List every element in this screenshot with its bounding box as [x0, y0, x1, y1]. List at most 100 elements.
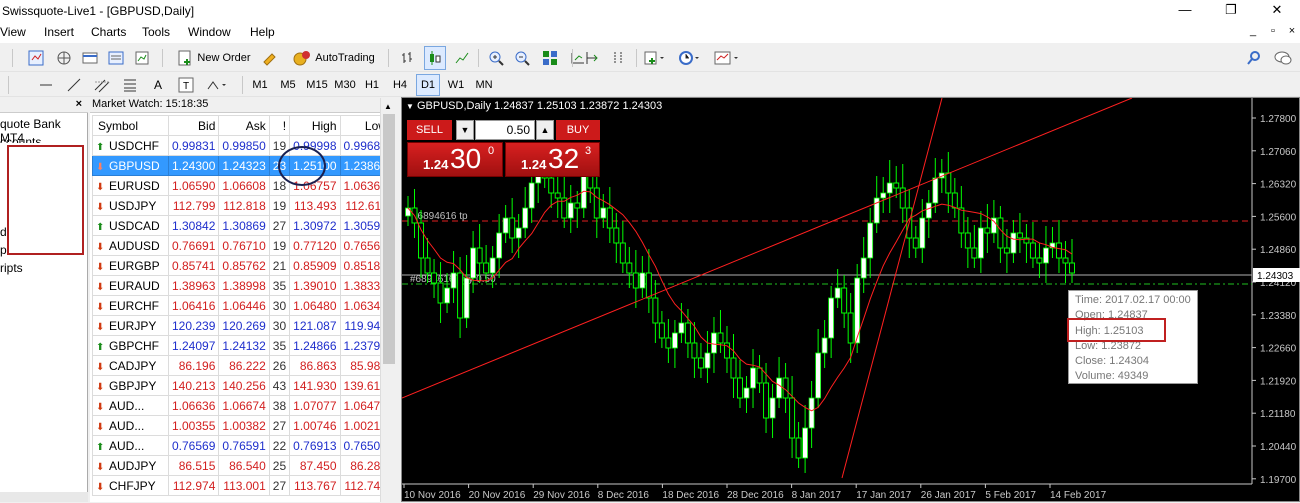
mdi-minimize-button[interactable]: _: [1244, 25, 1262, 37]
timeframe-m5[interactable]: M5: [276, 75, 300, 95]
col-high[interactable]: High: [289, 115, 341, 136]
market-watch-row[interactable]: ⬇ EURCHF 1.06416 1.06446 30 1.06480 1.06340: [92, 295, 391, 316]
date-label: 28 Dec 2016: [727, 490, 784, 501]
market-watch-row[interactable]: ⬆ AUD... 0.76569 0.76591 22 0.76913 0.76504: [92, 435, 391, 456]
high-cell: 1.24866: [289, 335, 341, 356]
market-watch-row[interactable]: ⬇ AUDUSD 0.76691 0.76710 19 0.77120 0.76565: [92, 235, 391, 256]
lot-decrease-button[interactable]: ▼: [456, 120, 474, 140]
mdi-restore-button[interactable]: ▫: [1264, 25, 1282, 37]
market-watch-row[interactable]: ⬇ EURUSD 1.06590 1.06608 18 1.06757 1.06363: [92, 175, 391, 196]
mdi-close-button[interactable]: ×: [1283, 25, 1300, 37]
navigator-icon[interactable]: [54, 48, 74, 68]
navigator-close-button[interactable]: ×: [76, 97, 82, 112]
market-watch-row[interactable]: ⬇ CADJPY 86.196 86.222 26 86.863 85.985: [92, 355, 391, 376]
market-watch-row[interactable]: ⬆ USDCHF 0.99831 0.99850 19 0.99998 0.99681: [92, 135, 391, 156]
menu-help[interactable]: Help: [250, 25, 275, 39]
lot-size-input[interactable]: 0.50: [475, 120, 535, 140]
lot-increase-button[interactable]: ▲: [536, 120, 554, 140]
channel-icon[interactable]: [92, 75, 112, 95]
market-watch-icon[interactable]: [26, 48, 46, 68]
col-spread[interactable]: !: [268, 115, 291, 136]
periods-clock-icon[interactable]: [676, 48, 704, 68]
high-cell: 121.087: [289, 315, 341, 336]
navigator-item-d[interactable]: d: [0, 225, 7, 239]
col-bid[interactable]: Bid: [167, 115, 220, 136]
tester-icon[interactable]: [132, 48, 152, 68]
minimize-button[interactable]: —: [1162, 0, 1208, 22]
timeframe-m15[interactable]: M15: [304, 75, 330, 95]
toolbar-separator: [242, 76, 243, 94]
menu-window[interactable]: Window: [188, 25, 231, 39]
chart-shift-icon[interactable]: [582, 48, 602, 68]
tile-windows-icon[interactable]: [540, 48, 560, 68]
market-watch-row[interactable]: ⬇ EURGBP 0.85741 0.85762 21 0.85909 0.85187: [92, 255, 391, 276]
scrollbar-thumb[interactable]: [383, 114, 395, 364]
date-label: 14 Feb 2017: [1050, 490, 1107, 501]
timeframe-d1[interactable]: D1: [416, 74, 440, 96]
timeframe-m30[interactable]: M30: [332, 75, 358, 95]
text-label-icon[interactable]: T: [176, 75, 196, 95]
market-watch-row[interactable]: ⬇ GBPUSD 1.24300 1.24323 23 1.25100 1.23869: [92, 155, 391, 176]
data-window-icon[interactable]: [80, 48, 100, 68]
menu-tools[interactable]: Tools: [142, 25, 170, 39]
navigator-item-scripts[interactable]: ripts: [0, 261, 23, 275]
bid-cell: 1.00355: [167, 415, 220, 436]
restore-button[interactable]: ❐: [1208, 0, 1254, 22]
line-chart-icon[interactable]: [452, 48, 472, 68]
sell-price-button[interactable]: 1.24 30 0: [407, 142, 503, 177]
market-watch-row[interactable]: ⬇ CHFJPY 112.974 113.001 27 113.767 112.748: [92, 475, 391, 496]
period-separator-icon[interactable]: [608, 48, 628, 68]
metaeditor-icon[interactable]: [260, 48, 280, 68]
terminal-icon[interactable]: [106, 48, 126, 68]
symbol-cell: ⬇ AUD...: [92, 395, 169, 416]
market-watch-row[interactable]: ⬇ EURJPY 120.239 120.269 30 121.087 119.943: [92, 315, 391, 336]
fibonacci-icon[interactable]: [120, 75, 140, 95]
candlestick-chart-icon[interactable]: [424, 46, 446, 70]
timeframe-mn[interactable]: MN: [472, 75, 496, 95]
title-bar: Swissquote-Live1 - [GBPUSD,Daily] — ❐ ✕: [0, 0, 1300, 22]
market-watch-row[interactable]: ⬇ GBPJPY 140.213 140.256 43 141.930 139.616: [92, 375, 391, 396]
arrows-icon[interactable]: [204, 75, 230, 95]
search-icon[interactable]: [1244, 48, 1264, 68]
templates-icon[interactable]: [712, 48, 742, 68]
market-watch-scrollbar[interactable]: ▲: [380, 98, 396, 502]
close-button[interactable]: ✕: [1254, 0, 1300, 22]
col-symbol[interactable]: Symbol: [92, 115, 169, 136]
timeframe-h4[interactable]: H4: [388, 75, 412, 95]
high-cell: 113.493: [289, 195, 341, 216]
new-order-icon: [178, 50, 191, 66]
sell-price-sup: 0: [488, 145, 495, 157]
bar-chart-icon[interactable]: [398, 48, 418, 68]
text-tool-icon[interactable]: A: [148, 75, 168, 95]
market-watch-row[interactable]: ⬇ USDJPY 112.799 112.818 19 113.493 112.611: [92, 195, 391, 216]
sell-button[interactable]: SELL: [407, 120, 452, 140]
menu-insert[interactable]: Insert: [44, 25, 74, 39]
buy-price-button[interactable]: 1.24 32 3: [505, 142, 600, 177]
menu-view[interactable]: View: [0, 25, 26, 39]
col-ask[interactable]: Ask: [218, 115, 270, 136]
menu-charts[interactable]: Charts: [91, 25, 126, 39]
zoom-in-icon[interactable]: [486, 48, 506, 68]
navigator-item-p[interactable]: p: [0, 243, 7, 257]
market-watch-row[interactable]: ⬇ AUD... 1.06636 1.06674 38 1.07077 1.06477: [92, 395, 391, 416]
market-watch-row[interactable]: ⬆ USDCAD 1.30842 1.30869 27 1.30972 1.30591: [92, 215, 391, 236]
market-watch-row[interactable]: ⬇ AUDJPY 86.515 86.540 25 87.450 86.288: [92, 455, 391, 476]
autotrading-button[interactable]: AutoTrading: [288, 48, 380, 68]
zoom-out-icon[interactable]: [512, 48, 532, 68]
chat-icon[interactable]: [1272, 48, 1294, 68]
trendline-icon[interactable]: [64, 75, 84, 95]
market-watch-row[interactable]: ⬇ AUD... 1.00355 1.00382 27 1.00746 1.00217: [92, 415, 391, 436]
indicators-icon[interactable]: [642, 48, 668, 68]
market-watch-row[interactable]: ⬇ EURAUD 1.38963 1.38998 35 1.39010 1.38337: [92, 275, 391, 296]
new-order-button[interactable]: New Order: [172, 48, 256, 68]
timeframe-h1[interactable]: H1: [360, 75, 384, 95]
spread-cell: 30: [268, 315, 291, 336]
buy-button[interactable]: BUY: [556, 120, 600, 140]
horizontal-line-icon[interactable]: [36, 75, 56, 95]
arrow-down-icon: ⬇: [96, 461, 105, 473]
ask-cell: 0.76710: [218, 235, 270, 256]
market-watch-row[interactable]: ⬆ GBPCHF 1.24097 1.24132 35 1.24866 1.23795: [92, 335, 391, 356]
timeframe-m1[interactable]: M1: [248, 75, 272, 95]
timeframe-w1[interactable]: W1: [444, 75, 468, 95]
spread-cell: 21: [268, 255, 291, 276]
